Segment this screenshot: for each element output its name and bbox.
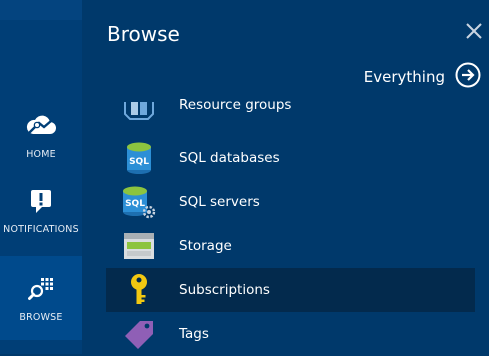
browse-blade: Browse Everything Resource groups SQL SQ… xyxy=(82,0,489,354)
list-item-sql-servers[interactable]: SQL SQL servers xyxy=(106,180,475,224)
left-nav-rail: HOME NOTIFICATIONS BROWSE xyxy=(0,0,82,354)
list-item-sql-databases[interactable]: SQL SQL databases xyxy=(106,136,475,180)
nav-item-home[interactable]: HOME xyxy=(0,95,82,175)
key-icon xyxy=(118,272,160,308)
arrow-right-circle-icon xyxy=(455,62,481,92)
everything-label: Everything xyxy=(363,68,445,86)
nav-item-notifications[interactable]: NOTIFICATIONS xyxy=(0,170,82,250)
cloud-icon xyxy=(24,111,58,141)
sql-server-icon: SQL xyxy=(118,184,160,220)
list-item-label: Subscriptions xyxy=(179,282,270,298)
list-item-label: Storage xyxy=(179,238,232,254)
list-item-label: Resource groups xyxy=(179,97,292,113)
alert-icon xyxy=(24,186,58,216)
nav-label-home: HOME xyxy=(26,148,56,160)
rail-top-strip xyxy=(0,0,82,20)
nav-label-notifications: NOTIFICATIONS xyxy=(3,223,79,235)
svg-text:SQL: SQL xyxy=(129,157,149,167)
list-item-tags[interactable]: Tags xyxy=(106,312,475,356)
nav-item-browse[interactable]: BROWSE xyxy=(0,256,82,340)
close-button[interactable] xyxy=(463,20,485,42)
list-item-subscriptions[interactable]: Subscriptions xyxy=(106,268,475,312)
everything-link[interactable]: Everything xyxy=(363,62,481,92)
storage-icon xyxy=(118,228,160,264)
browse-icon xyxy=(24,274,58,304)
sql-database-icon: SQL xyxy=(118,140,160,176)
list-item-label: SQL servers xyxy=(179,194,260,210)
close-icon xyxy=(463,23,485,46)
resource-groups-icon xyxy=(118,92,160,120)
svg-text:SQL: SQL xyxy=(125,199,145,209)
list-item-label: Tags xyxy=(179,326,209,342)
list-item-label: SQL databases xyxy=(179,150,280,166)
blade-title: Browse xyxy=(107,22,180,46)
list-item-storage[interactable]: Storage xyxy=(106,224,475,268)
tag-icon xyxy=(118,316,160,352)
nav-label-browse: BROWSE xyxy=(19,311,63,323)
list-item-resource-groups[interactable]: Resource groups xyxy=(106,92,475,120)
